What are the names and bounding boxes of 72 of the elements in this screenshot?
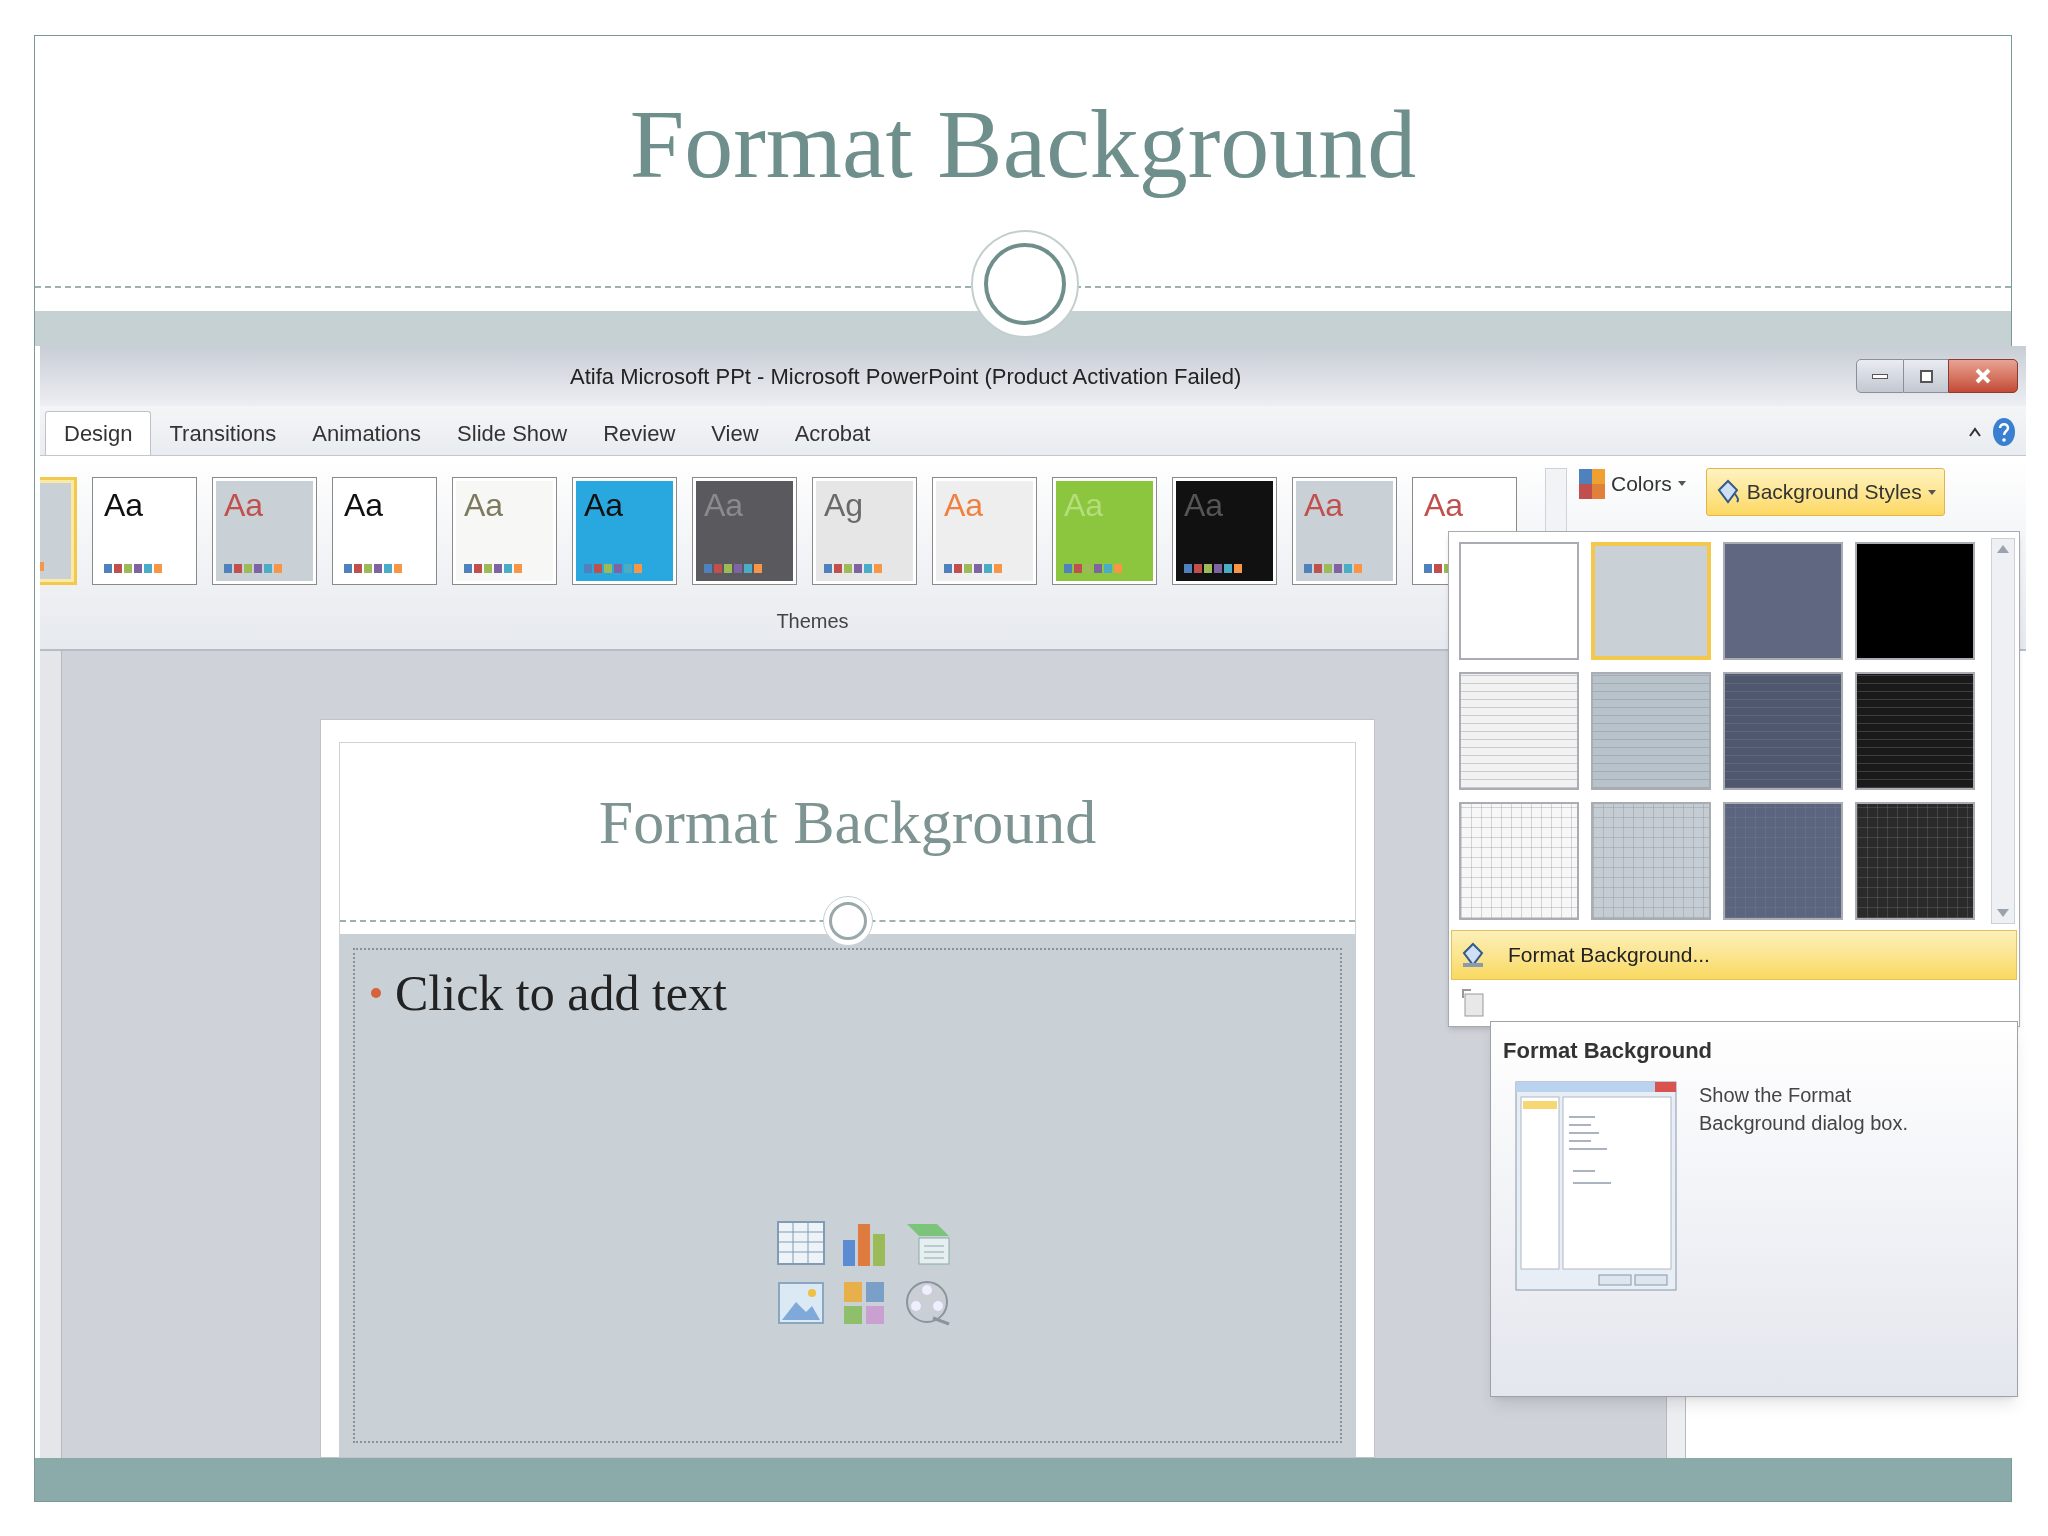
background-style-swatch[interactable] <box>1591 542 1711 660</box>
paint-bucket-icon <box>1460 941 1486 969</box>
color-palette-icon <box>224 564 284 573</box>
theme-sample-text: Aa <box>944 489 984 521</box>
theme-thumbnail[interactable]: Aa <box>572 477 677 585</box>
group-label: Themes <box>776 609 849 634</box>
colors-button[interactable]: Colors <box>1579 468 1686 500</box>
theme-thumbnail[interactable]: Aa <box>92 477 197 585</box>
color-palette-icon <box>704 564 764 573</box>
tooltip-description: Show the Format Background dialog box. <box>1699 1083 1910 1136</box>
ribbon-tab[interactable]: View <box>693 411 777 455</box>
background-style-swatch[interactable] <box>1723 802 1843 920</box>
color-palette-icon <box>944 564 1004 573</box>
background-style-swatch[interactable] <box>1459 672 1579 790</box>
menu-item[interactable]: Format Background... <box>1451 930 2017 980</box>
collapse-ribbon-icon[interactable] <box>1968 426 1982 438</box>
color-palette-icon <box>824 564 884 573</box>
theme-sample-text: Aa <box>1184 489 1224 521</box>
table-icon[interactable] <box>776 1218 826 1268</box>
caret-icon <box>1927 489 1936 495</box>
theme-sample-text: Aa <box>104 489 144 521</box>
theme-thumbnail[interactable]: Ag <box>812 477 917 585</box>
caret-icon <box>1677 481 1686 487</box>
window-title: Atifa Microsoft PPt - Microsoft PowerPoint (Product Activation Failed) <box>570 362 1242 391</box>
theme-sample-text: Aa <box>464 489 504 521</box>
theme-sample-text: Aa <box>584 489 624 521</box>
background-style-swatch[interactable] <box>1459 802 1579 920</box>
tooltip-title: Format Background <box>1503 1037 1714 1065</box>
background-style-swatch[interactable] <box>1855 672 1975 790</box>
color-palette-icon <box>344 564 404 573</box>
background-style-swatch[interactable] <box>1855 542 1975 660</box>
restore-button[interactable] <box>1904 359 1948 393</box>
body-prompt: Click to add text <box>395 968 727 1018</box>
slide-title-text: Format Background <box>598 787 1097 858</box>
content-placeholder[interactable]: Click to add text <box>353 948 1342 1443</box>
background-styles-button[interactable]: Background Styles <box>1705 468 1945 516</box>
color-palette-icon <box>1304 564 1364 573</box>
background-style-swatch[interactable] <box>1723 542 1843 660</box>
slide-title: Format Background <box>629 89 1417 200</box>
ribbon-tab[interactable]: Transitions <box>151 411 295 455</box>
theme-sample-text: Aa <box>224 489 264 521</box>
theme-sample-text: Aa <box>1064 489 1104 521</box>
background-style-swatch[interactable] <box>1459 542 1579 660</box>
theme-sample-text: Ag <box>824 489 864 521</box>
ribbon-tab[interactable]: Slide Show <box>439 411 586 455</box>
bullet-icon <box>371 988 381 998</box>
theme-sample-text: Aa <box>1424 489 1464 521</box>
scroll-up-icon[interactable] <box>1997 545 2009 553</box>
background-style-swatch[interactable] <box>1591 672 1711 790</box>
ribbon-tab[interactable]: Design <box>45 411 152 455</box>
ribbon-tab[interactable]: Acrobat <box>776 411 889 455</box>
theme-sample-text: Aa <box>1304 489 1344 521</box>
background-style-swatch[interactable] <box>1855 802 1975 920</box>
ribbon-tab[interactable]: Animations <box>294 411 440 455</box>
reset-icon[interactable] <box>1459 986 1485 1018</box>
color-squares-icon <box>1579 468 1605 499</box>
background-style-swatch[interactable] <box>1723 672 1843 790</box>
ribbon-tab[interactable]: Review <box>585 411 694 455</box>
theme-thumbnail[interactable]: Aa <box>452 477 557 585</box>
scroll-down-icon[interactable] <box>1997 909 2009 917</box>
background-style-swatch[interactable] <box>1591 802 1711 920</box>
theme-sample-text: Aa <box>344 489 384 521</box>
close-icon <box>1974 367 1992 385</box>
color-palette-icon <box>1064 564 1124 573</box>
color-palette-icon <box>584 564 644 573</box>
minimize-button[interactable] <box>1856 359 1904 393</box>
color-palette-icon <box>464 564 524 573</box>
color-palette-icon <box>104 564 164 573</box>
close-button[interactable] <box>1948 359 2018 393</box>
help-icon[interactable] <box>1992 417 2016 447</box>
theme-thumbnail[interactable]: Aa <box>332 477 437 585</box>
color-palette-icon <box>1184 564 1244 573</box>
